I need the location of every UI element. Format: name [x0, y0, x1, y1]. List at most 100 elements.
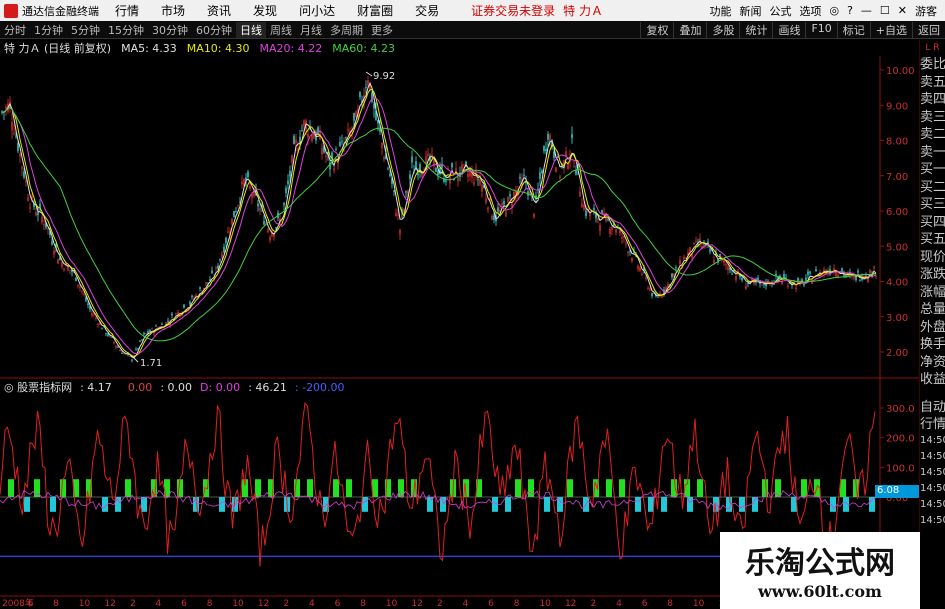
side-item: 买五: [920, 232, 945, 247]
candle-body: [321, 147, 323, 155]
ind-tick-label: 100.0: [886, 463, 915, 474]
ind-tick-label: 300.0: [886, 404, 915, 415]
candle-body: [709, 249, 711, 252]
candle-body: [741, 277, 743, 281]
candle-body: [283, 203, 285, 206]
candle-body: [199, 287, 201, 289]
candle-body: [21, 166, 23, 169]
candle-body: [803, 283, 805, 286]
candle-body: [611, 227, 613, 230]
date-tick-label: 2: [591, 599, 597, 609]
candle-body: [37, 211, 39, 216]
indicator-info-bar: ◎ 股票指标网: 4.17 0.00 : 0.00 D: 0.00 : 46.2…: [0, 380, 880, 395]
candle-body: [215, 267, 217, 269]
candle-body: [767, 279, 769, 282]
candle-body: [77, 284, 79, 287]
price-tick-label: 10.00: [886, 66, 915, 77]
candle-body: [559, 176, 561, 178]
ind-cyan-block: [115, 497, 121, 512]
candle-body: [307, 134, 309, 138]
candle-body: [235, 211, 237, 212]
candle-body: [29, 207, 31, 209]
ma5-value: MA5: 4.33: [121, 41, 177, 55]
candle-body: [97, 324, 99, 325]
candle-body: [383, 156, 385, 160]
candle-body: [135, 348, 137, 350]
candle-body: [485, 198, 487, 203]
candle-body: [191, 295, 193, 298]
candle-body: [395, 212, 397, 217]
candle-body: [735, 276, 737, 280]
candle-body: [263, 221, 265, 225]
kline-chart[interactable]: 10.00 9.00 8.00 7.00 6.00 5.00 4.00 3.00 2.00 9.9…: [0, 0, 945, 609]
side-tag[interactable]: L R: [920, 40, 945, 56]
quote-side-panel: L R 委比 卖五 卖四 卖三 卖二 卖一 买一 买二 买三 买四 买五 现价 涨跌 涨幅 总量 外盘 换手 净资…: [919, 40, 945, 609]
candle-body: [645, 277, 647, 280]
ind-cyan-block: [661, 497, 667, 512]
candle-body: [545, 149, 547, 151]
candle-body: [491, 215, 493, 220]
candle-body: [11, 122, 13, 131]
watermark-url: www.60lt.com: [758, 582, 882, 601]
candle-body: [5, 106, 7, 109]
indicator-v3: : 0.00: [160, 380, 193, 394]
candle-body: [393, 190, 395, 192]
indicator-v6: : -200.00: [294, 380, 345, 394]
side-item: 委比: [920, 57, 945, 72]
candle-body: [145, 333, 147, 334]
candle-body: [171, 313, 173, 316]
ind-green-block: [801, 479, 807, 497]
candle-body: [115, 345, 117, 348]
candle-body: [745, 285, 747, 290]
ind-green-block: [671, 479, 677, 497]
watermark-title: 乐淘公式网: [745, 546, 895, 581]
candle-body: [435, 167, 437, 172]
candle-body: [373, 104, 375, 109]
candle-body: [533, 213, 535, 218]
candle-body: [493, 215, 495, 221]
candle-body: [339, 142, 341, 146]
candle-body: [211, 270, 213, 274]
candle-body: [463, 163, 465, 165]
candle-body: [43, 224, 45, 226]
date-tick-label: 8: [53, 599, 59, 609]
candle-body: [223, 246, 225, 253]
candle-body: [859, 280, 861, 282]
date-tick-label: 4: [309, 599, 315, 609]
candle-body: [805, 277, 807, 281]
candle-body: [41, 216, 43, 223]
side-item: 买三: [920, 197, 945, 212]
candle-body: [131, 359, 133, 361]
candle-body: [151, 328, 153, 330]
candle-body: [61, 262, 63, 267]
candle-body: [381, 143, 383, 148]
candle-body: [845, 275, 847, 276]
candle-body: [783, 273, 785, 279]
candle-body: [427, 153, 429, 156]
candle-body: [287, 180, 289, 185]
candle-body: [501, 203, 503, 206]
candle-body: [797, 277, 799, 282]
candle-body: [609, 228, 611, 235]
candle-body: [311, 134, 313, 142]
ind-cyan-block: [50, 497, 56, 512]
candle-body: [231, 218, 233, 225]
candle-body: [607, 219, 609, 221]
price-tick-label: 5.00: [886, 242, 908, 253]
date-tick-label: 10: [232, 599, 244, 609]
candle-body: [639, 267, 641, 272]
ind-cyan-block: [544, 497, 550, 512]
watermark: 乐淘公式网 www.60lt.com: [720, 532, 920, 609]
candle-body: [387, 168, 389, 170]
side-item: 买一: [920, 162, 945, 177]
candle-body: [175, 313, 177, 315]
candle-body: [575, 170, 577, 175]
candle-body: [75, 277, 77, 282]
candle-body: [117, 347, 119, 348]
candle-body: [399, 229, 401, 235]
indicator-name: ◎ 股票指标网: 4.17: [4, 381, 112, 394]
candle-body: [875, 276, 877, 277]
candle-body: [247, 171, 249, 178]
candle-body: [143, 333, 145, 335]
candle-body: [389, 173, 391, 177]
